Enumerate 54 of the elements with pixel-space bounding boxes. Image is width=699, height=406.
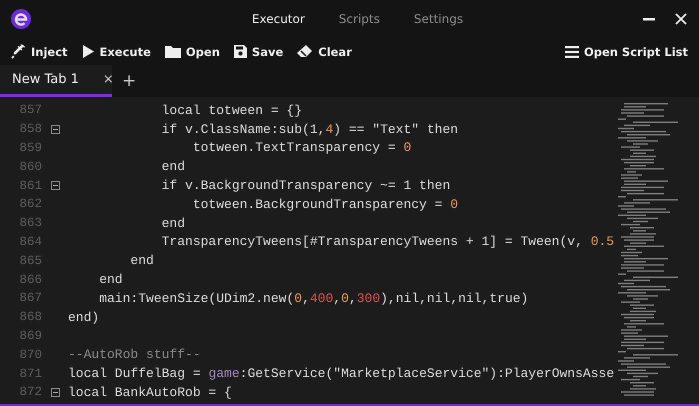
line-number: 863: [18, 216, 42, 230]
line-number: 869: [18, 328, 42, 343]
minimize-icon[interactable]: [643, 18, 655, 20]
line-number: 859: [18, 140, 42, 155]
line-number: 871: [18, 366, 42, 381]
toolbar-button[interactable]: Clear: [296, 42, 353, 61]
line-number: 860: [18, 160, 42, 174]
code-line: --AutoRob stuff--: [68, 347, 201, 362]
folder-icon: [164, 45, 181, 58]
line-number: 872: [18, 385, 42, 400]
code-line: local totween = {}: [160, 102, 302, 118]
code-line: end: [98, 272, 123, 288]
toolbar-button[interactable]: Open: [164, 42, 221, 61]
code-line: local BankAutoRob = {: [68, 384, 232, 400]
collapse-icon[interactable]: [50, 388, 60, 397]
nav-tab[interactable]: Executor: [250, 10, 307, 28]
line-number: 864: [18, 234, 42, 249]
nav-tab[interactable]: Scripts: [336, 10, 382, 28]
toolbar-button[interactable]: Inject: [10, 42, 69, 61]
code-line: end: [160, 159, 186, 174]
eraser-icon: [297, 45, 314, 58]
code-line: if v.ClassName:sub(1,4) == "Text" then: [160, 122, 458, 137]
logo-icon: [10, 8, 32, 30]
code-line: end: [160, 216, 186, 231]
nav-tab[interactable]: Settings: [412, 10, 466, 28]
line-number: 866: [18, 272, 42, 287]
line-number: 865: [18, 254, 42, 268]
code-line: local DuffelBag = game:GetService("MarketplaceService"):PlayerOwnsAsse: [68, 366, 614, 382]
code-line: end: [129, 253, 154, 268]
line-number: 868: [18, 310, 42, 324]
collapse-icon[interactable]: [50, 181, 60, 190]
line-number: 870: [18, 348, 42, 362]
line-number: 862: [18, 197, 42, 212]
code-line: main:TweenSize(UDim2.new(0,400,0,300),nil,nil,nil,true): [98, 290, 528, 306]
tab-title: New Tab 1: [12, 72, 79, 87]
code-line: totween.TextTransparency = 0: [192, 140, 412, 156]
list-icon: [564, 46, 579, 58]
code-line: end): [68, 310, 100, 325]
syringe-icon: [11, 44, 26, 59]
play-icon: [82, 44, 95, 59]
toolbar-button[interactable]: Execute: [80, 42, 152, 61]
code-line: TransparencyTweens[#TransparencyTweens + 1] = Tween(v, 0.5: [160, 234, 614, 250]
toolbar-button[interactable]: Open Script List: [564, 42, 689, 60]
line-number: 857: [18, 103, 42, 118]
line-number: 858: [18, 122, 42, 136]
line-number: 867: [18, 291, 42, 306]
new-tab-button[interactable]: +: [116, 65, 142, 97]
collapse-icon[interactable]: [50, 124, 60, 134]
code-line: totween.BackgroundTransparency = 0: [192, 196, 458, 212]
editor-tab[interactable]: New Tab 1 ×: [0, 65, 112, 97]
line-number: 861: [18, 178, 42, 193]
close-icon[interactable]: [675, 13, 687, 25]
toolbar-button[interactable]: Save: [232, 42, 284, 61]
code-line: if v.BackgroundTransparency ~= 1 then: [160, 178, 450, 194]
